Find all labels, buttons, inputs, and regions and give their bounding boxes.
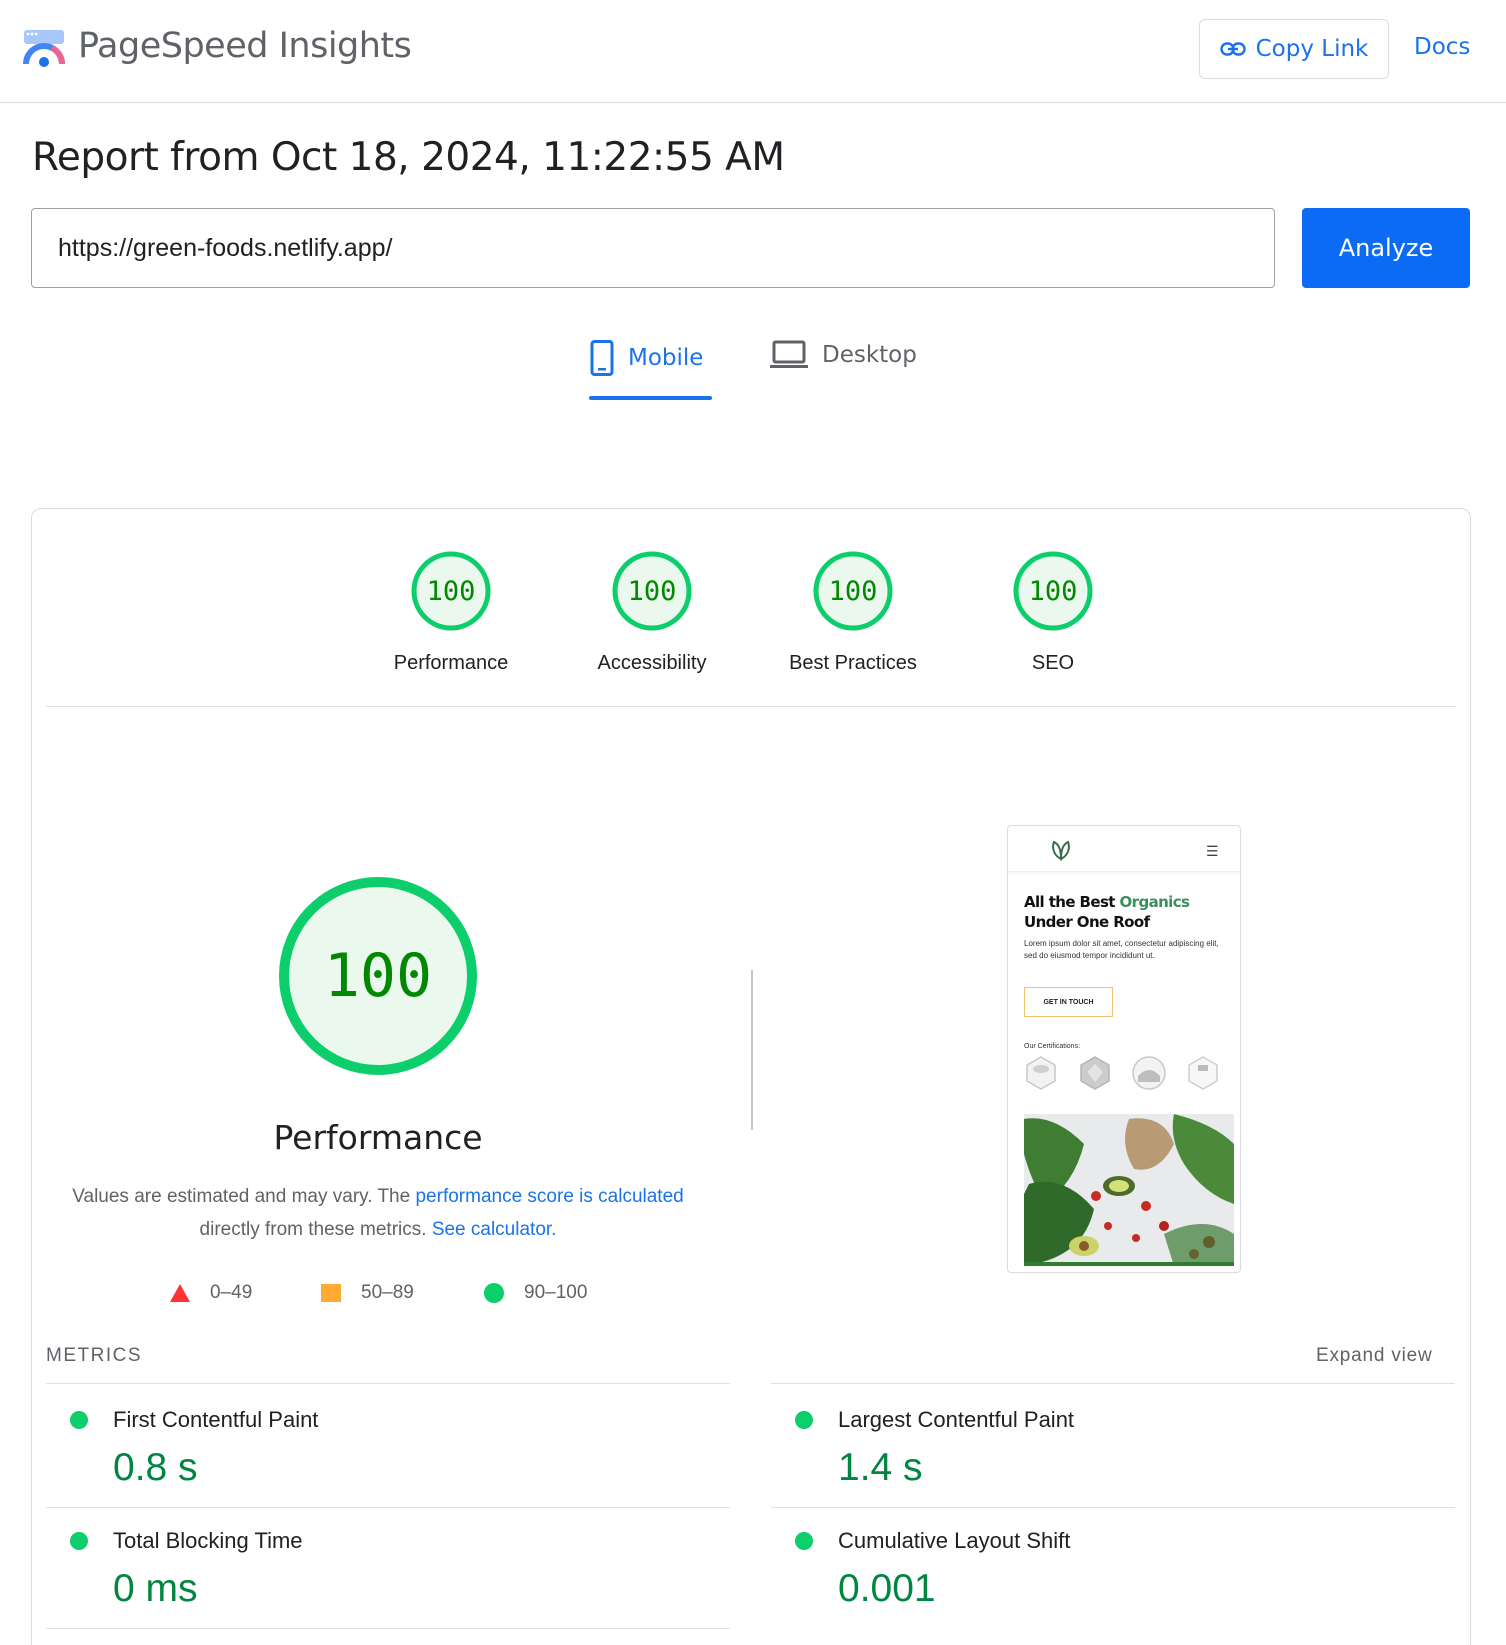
circle-icon — [484, 1283, 504, 1303]
score-calculated-link[interactable]: performance score is calculated — [415, 1186, 683, 1207]
copy-link-label: Copy Link — [1255, 36, 1369, 62]
gauge-performance-score: 100 — [426, 575, 476, 607]
certification-badge-icon — [1132, 1056, 1166, 1090]
top-bar: PageSpeed Insights Copy Link Docs — [0, 0, 1506, 103]
metric-divider — [771, 1507, 1455, 1508]
report-title: Report from Oct 18, 2024, 11:22:55 AM — [32, 135, 785, 180]
vegetables-photo — [1024, 1114, 1234, 1266]
metric-divider — [771, 1383, 1455, 1384]
mobile-icon — [590, 340, 614, 376]
gauge-performance[interactable]: 100 — [411, 551, 491, 631]
legend-pass: 90–100 — [484, 1282, 587, 1304]
screenshot-heading-2: Under One Roof — [1024, 913, 1150, 931]
performance-description: Values are estimated and may vary. The p… — [40, 1180, 716, 1246]
expand-view-button[interactable]: Expand view — [1316, 1345, 1433, 1367]
gauge-best-practices[interactable]: 100 — [813, 551, 893, 631]
gauge-best-practices-score: 100 — [828, 575, 878, 607]
legend-average-range: 50–89 — [361, 1282, 414, 1303]
gauge-seo-label: SEO — [1031, 652, 1075, 674]
active-tab-indicator — [589, 396, 712, 400]
metrics-heading: METRICS — [46, 1345, 142, 1366]
screenshot-lorem: Lorem ipsum dolor sit amet, consectetur … — [1024, 939, 1219, 960]
screenshot-heading: All the Best Organics Under One Roof — [1024, 892, 1234, 932]
url-input[interactable] — [31, 208, 1275, 288]
analyze-button[interactable]: Analyze — [1302, 208, 1470, 288]
tab-mobile-label: Mobile — [628, 345, 704, 371]
pass-dot-icon — [70, 1532, 88, 1550]
desc-text-1: Values are estimated and may vary. The — [72, 1186, 416, 1207]
metric-tbt-name: Total Blocking Time — [113, 1528, 303, 1553]
performance-score: 100 — [323, 941, 433, 1011]
metric-lcp-name: Largest Contentful Paint — [838, 1407, 1075, 1432]
docs-link[interactable]: Docs — [1414, 34, 1470, 60]
hamburger-menu-icon: ☰ — [1206, 843, 1219, 859]
metric-divider — [46, 1628, 730, 1629]
copy-link-button[interactable]: Copy Link — [1199, 19, 1389, 79]
certification-badge-icon — [1188, 1056, 1218, 1090]
gauge-seo[interactable]: 100 — [1013, 551, 1093, 631]
screenshot-heading-1: All the Best — [1024, 893, 1120, 911]
screenshot-navbar: ☰ — [1008, 826, 1240, 872]
tab-mobile[interactable]: Mobile — [590, 340, 703, 376]
tab-desktop[interactable]: Desktop — [770, 340, 917, 370]
metric-cls-name: Cumulative Layout Shift — [838, 1528, 1071, 1553]
metric-divider — [46, 1383, 730, 1384]
leaf-logo-icon — [1052, 840, 1070, 861]
metric-lcp-value: 1.4 s — [838, 1446, 923, 1489]
pass-dot-icon — [795, 1411, 813, 1429]
metric-fcp-value: 0.8 s — [113, 1446, 198, 1489]
final-screenshot: ☰ All the Best Organics Under One Roof L… — [1007, 825, 1241, 1273]
certification-badge-icon — [1026, 1056, 1056, 1090]
screenshot-heading-green: Organics — [1119, 893, 1190, 911]
certification-badge-icon — [1080, 1056, 1110, 1090]
legend-fail: 0–49 — [170, 1282, 252, 1304]
square-icon — [321, 1284, 341, 1302]
vertical-divider — [751, 970, 753, 1130]
performance-title: Performance — [273, 1118, 483, 1157]
gauge-performance-label: Performance — [393, 652, 509, 674]
divider — [46, 706, 1456, 707]
gauge-accessibility[interactable]: 100 — [612, 551, 692, 631]
metric-cls-value: 0.001 — [838, 1567, 936, 1610]
pagespeed-logo — [23, 30, 65, 67]
metric-tbt-value: 0 ms — [113, 1567, 198, 1610]
triangle-icon — [170, 1284, 190, 1302]
legend-average: 50–89 — [321, 1282, 414, 1304]
brand-title: PageSpeed Insights — [78, 26, 412, 66]
tab-desktop-label: Desktop — [822, 342, 917, 368]
screenshot-cta: GET IN TOUCH — [1024, 987, 1113, 1017]
legend-pass-range: 90–100 — [524, 1282, 588, 1303]
laptop-icon — [770, 340, 808, 368]
gauge-accessibility-score: 100 — [627, 575, 677, 607]
pass-dot-icon — [795, 1532, 813, 1550]
screenshot-certifications: Our Certifications: — [1024, 1043, 1081, 1050]
link-icon — [1219, 42, 1246, 56]
gauge-seo-score: 100 — [1028, 575, 1078, 607]
metric-fcp-name: First Contentful Paint — [113, 1407, 319, 1432]
see-calculator-link[interactable]: See calculator. — [432, 1219, 557, 1240]
desc-text-2: directly from these metrics. — [199, 1219, 432, 1240]
gauge-best-practices-label: Best Practices — [789, 652, 917, 674]
legend-fail-range: 0–49 — [210, 1282, 253, 1303]
metric-divider — [46, 1507, 730, 1508]
gauge-accessibility-label: Accessibility — [597, 652, 707, 674]
pass-dot-icon — [70, 1411, 88, 1429]
